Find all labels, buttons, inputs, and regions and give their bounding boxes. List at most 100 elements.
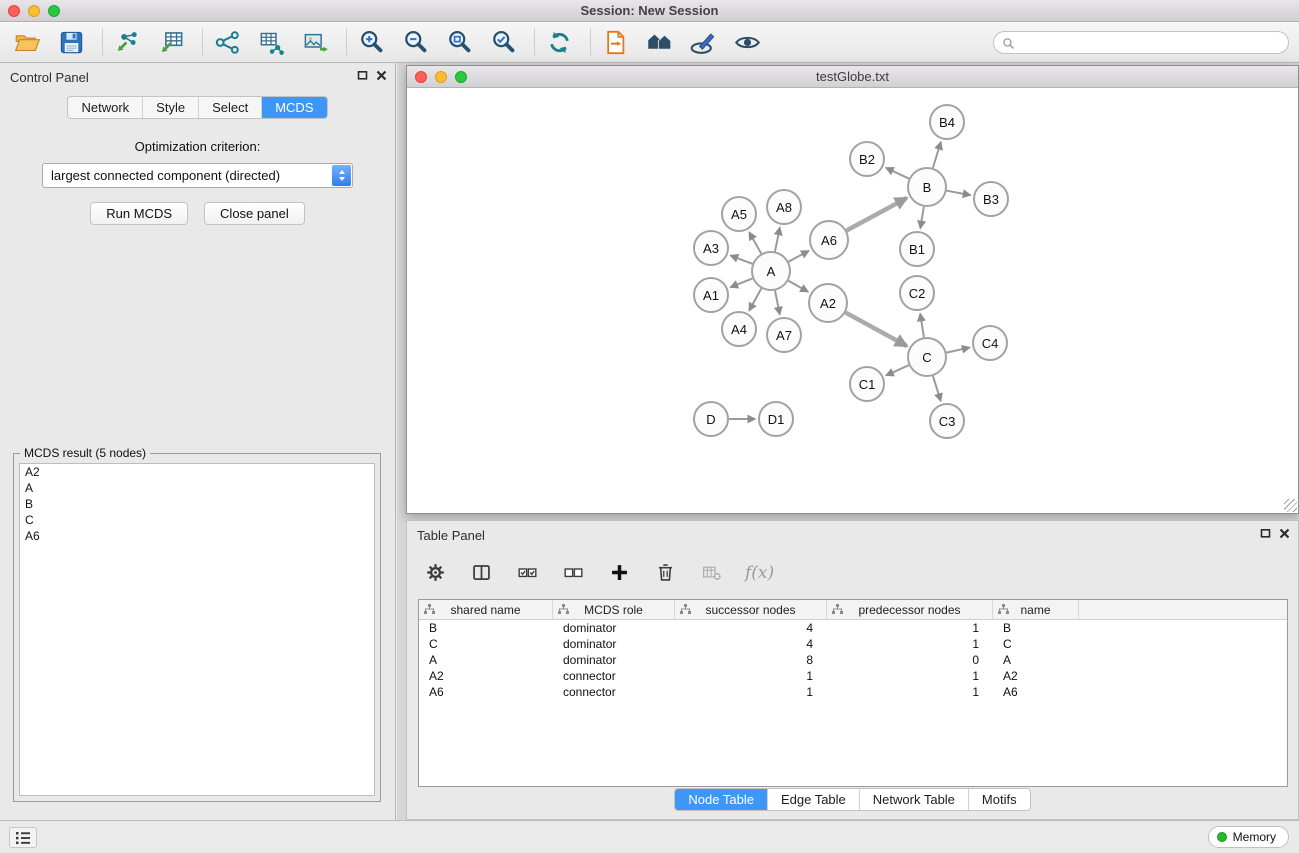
graph-node-A5[interactable]: A5 bbox=[722, 197, 756, 231]
select-all-button[interactable] bbox=[515, 560, 540, 585]
table-cell[interactable]: 1 bbox=[827, 637, 993, 651]
column-header-name[interactable]: name bbox=[993, 600, 1079, 619]
graph-node-C2[interactable]: C2 bbox=[900, 276, 934, 310]
table-row[interactable]: A6connector11A6 bbox=[419, 684, 1287, 700]
tab-network[interactable]: Network bbox=[68, 97, 142, 118]
export-image-button[interactable] bbox=[300, 27, 331, 58]
graph-node-A8[interactable]: A8 bbox=[767, 190, 801, 224]
overview-home-button[interactable] bbox=[644, 27, 675, 58]
graph-edge-A-A3[interactable] bbox=[731, 256, 753, 264]
function-builder-button[interactable]: f(x) bbox=[745, 563, 774, 583]
graph-node-C4[interactable]: C4 bbox=[973, 326, 1007, 360]
graph-edge-C-C4[interactable] bbox=[947, 348, 970, 353]
graph-node-A7[interactable]: A7 bbox=[767, 318, 801, 352]
table-cell[interactable]: connector bbox=[553, 669, 675, 683]
graph-node-B3[interactable]: B3 bbox=[974, 182, 1008, 216]
show-graphics-details-button[interactable] bbox=[732, 27, 763, 58]
column-header-successor-nodes[interactable]: successor nodes bbox=[675, 600, 827, 619]
graph-edge-A6-B[interactable] bbox=[847, 198, 907, 231]
network-button[interactable] bbox=[212, 27, 243, 58]
export-network-button[interactable] bbox=[600, 27, 631, 58]
close-table-panel-button[interactable] bbox=[1279, 528, 1290, 539]
show-columns-button[interactable] bbox=[469, 560, 494, 585]
mcds-result-item[interactable]: A2 bbox=[20, 464, 374, 480]
table-cell[interactable]: dominator bbox=[553, 637, 675, 651]
annotate-button[interactable] bbox=[688, 27, 719, 58]
table-cell[interactable]: 4 bbox=[675, 637, 827, 651]
column-header-predecessor-nodes[interactable]: predecessor nodes bbox=[827, 600, 993, 619]
graph-edge-B-B4[interactable] bbox=[933, 142, 941, 168]
table-cell[interactable]: A bbox=[993, 653, 1079, 667]
import-table-button[interactable] bbox=[156, 27, 187, 58]
deselect-all-button[interactable] bbox=[561, 560, 586, 585]
run-mcds-button[interactable]: Run MCDS bbox=[90, 202, 188, 225]
graph-node-D[interactable]: D bbox=[694, 402, 728, 436]
zoom-fit-button[interactable] bbox=[444, 27, 475, 58]
graph-node-A1[interactable]: A1 bbox=[694, 278, 728, 312]
graph-node-D1[interactable]: D1 bbox=[759, 402, 793, 436]
graph-edge-B-B3[interactable] bbox=[947, 191, 971, 195]
table-row[interactable]: Bdominator41B bbox=[419, 620, 1287, 636]
graph-edge-A-A6[interactable] bbox=[789, 251, 809, 262]
table-cell[interactable]: 1 bbox=[827, 685, 993, 699]
import-network-button[interactable] bbox=[112, 27, 143, 58]
table-cell[interactable]: 4 bbox=[675, 621, 827, 635]
graph-node-A[interactable]: A bbox=[752, 252, 790, 290]
tab-node-table[interactable]: Node Table bbox=[675, 789, 767, 810]
optimization-criterion-select[interactable]: largest connected component (directed) bbox=[42, 163, 353, 188]
zoom-selected-button[interactable] bbox=[488, 27, 519, 58]
window-resize-grip[interactable] bbox=[1284, 499, 1297, 512]
table-cell[interactable]: 1 bbox=[827, 621, 993, 635]
graph-edge-A-A5[interactable] bbox=[749, 232, 761, 253]
tab-style[interactable]: Style bbox=[142, 97, 198, 118]
table-cell[interactable]: dominator bbox=[553, 653, 675, 667]
refresh-button[interactable] bbox=[544, 27, 575, 58]
zoom-out-button[interactable] bbox=[400, 27, 431, 58]
tab-motifs[interactable]: Motifs bbox=[968, 789, 1030, 810]
tab-network-table[interactable]: Network Table bbox=[859, 789, 968, 810]
mcds-result-item[interactable]: A bbox=[20, 480, 374, 496]
graph-node-C1[interactable]: C1 bbox=[850, 367, 884, 401]
graph-edge-B-B2[interactable] bbox=[886, 168, 909, 179]
delete-table-button[interactable] bbox=[699, 560, 724, 585]
table-cell[interactable]: 8 bbox=[675, 653, 827, 667]
graph-edge-B-B1[interactable] bbox=[920, 207, 923, 229]
graph-node-C[interactable]: C bbox=[908, 338, 946, 376]
table-cell[interactable]: 1 bbox=[827, 669, 993, 683]
search-input[interactable] bbox=[1018, 33, 1282, 52]
add-column-button[interactable] bbox=[607, 560, 632, 585]
table-cell[interactable]: C bbox=[419, 637, 553, 651]
mcds-result-item[interactable]: B bbox=[20, 496, 374, 512]
network-window-titlebar[interactable]: testGlobe.txt bbox=[407, 66, 1298, 88]
graph-node-C3[interactable]: C3 bbox=[930, 404, 964, 438]
zoom-in-button[interactable] bbox=[356, 27, 387, 58]
graph-edge-A-A7[interactable] bbox=[775, 291, 780, 315]
table-cell[interactable]: C bbox=[993, 637, 1079, 651]
table-cell[interactable]: A2 bbox=[993, 669, 1079, 683]
table-row[interactable]: Adominator80A bbox=[419, 652, 1287, 668]
graph-edge-C-C1[interactable] bbox=[886, 365, 909, 375]
graph-edge-A-A1[interactable] bbox=[730, 278, 752, 287]
task-history-button[interactable] bbox=[9, 827, 37, 848]
graph-edge-A2-C[interactable] bbox=[846, 313, 907, 346]
graph-node-A6[interactable]: A6 bbox=[810, 221, 848, 259]
table-cell[interactable]: A6 bbox=[993, 685, 1079, 699]
table-cell[interactable]: 1 bbox=[675, 669, 827, 683]
table-cell[interactable]: A2 bbox=[419, 669, 553, 683]
column-header-mcds-role[interactable]: MCDS role bbox=[553, 600, 675, 619]
table-cell[interactable]: A bbox=[419, 653, 553, 667]
graph-node-A2[interactable]: A2 bbox=[809, 284, 847, 322]
table-cell[interactable]: connector bbox=[553, 685, 675, 699]
table-cell[interactable]: dominator bbox=[553, 621, 675, 635]
table-cell[interactable]: A6 bbox=[419, 685, 553, 699]
open-session-button[interactable] bbox=[12, 27, 43, 58]
graph-node-B2[interactable]: B2 bbox=[850, 142, 884, 176]
network-canvas[interactable]: B4B2BB3A5A8A6B1A3AC2A1A2A4A7CC4C1C3DD1 bbox=[407, 89, 1298, 513]
graph-edge-C-C2[interactable] bbox=[920, 314, 924, 337]
graph-node-A3[interactable]: A3 bbox=[694, 231, 728, 265]
graph-edge-A-A2[interactable] bbox=[788, 281, 808, 292]
graph-edge-A-A8[interactable] bbox=[775, 228, 780, 252]
column-header-shared-name[interactable]: shared name bbox=[419, 600, 553, 619]
graph-edge-A-A4[interactable] bbox=[749, 289, 761, 311]
float-table-panel-button[interactable] bbox=[1260, 528, 1271, 539]
